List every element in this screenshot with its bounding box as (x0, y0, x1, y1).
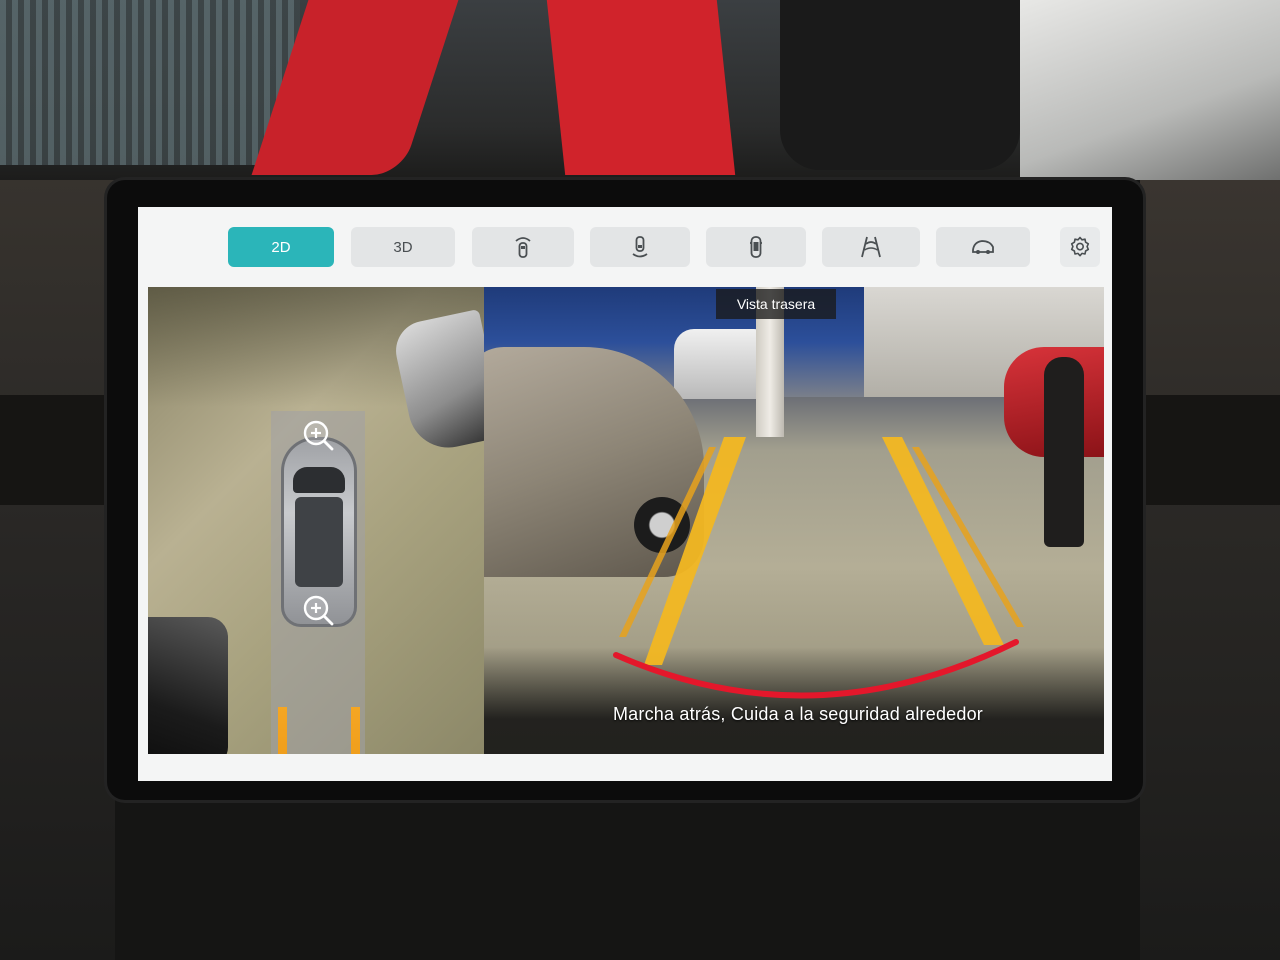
top-view-button[interactable] (706, 227, 806, 267)
trajectory-lines-icon (861, 236, 881, 258)
rear-sensor-view-button[interactable] (590, 227, 690, 267)
mode-2d-button[interactable]: 2D (228, 227, 334, 267)
birdseye-guide-left (278, 707, 287, 754)
dashboard-right (1140, 180, 1280, 960)
view-toolbar: 2D 3D (138, 207, 1112, 285)
birdseye-view[interactable] (148, 287, 484, 754)
dashboard-left (0, 180, 115, 960)
settings-button[interactable] (1060, 227, 1100, 267)
car-front-sensor-icon (515, 237, 531, 258)
ego-vehicle-sunroof (295, 497, 343, 587)
dashboard-trim-left (0, 395, 110, 505)
parking-guide-lines (613, 437, 1024, 699)
view-label: Vista trasera (716, 289, 836, 319)
car-rear-sensor-icon (632, 236, 648, 258)
ego-vehicle-windshield (293, 467, 345, 493)
parked-car-left (148, 617, 228, 754)
surround-view-screen: 2D 3D Vista trasera Marcha atrás, Cuida … (138, 207, 1112, 781)
screen-bottom-strip (138, 754, 1112, 781)
gear-icon (1070, 236, 1090, 257)
background-building (0, 0, 300, 165)
birdseye-guide-right (351, 707, 360, 754)
trajectory-view-button[interactable] (822, 227, 920, 267)
side-view-button[interactable] (936, 227, 1030, 267)
reverse-warning-text: Marcha atrás, Cuida a la seguridad alred… (612, 704, 983, 724)
zoom-in-rear-icon[interactable] (301, 593, 335, 627)
zoom-in-icon[interactable] (301, 418, 335, 452)
car-top-view-icon (750, 236, 762, 258)
background-black-banner (780, 0, 1020, 170)
mode-3d-button[interactable]: 3D (351, 227, 455, 267)
rear-camera-view[interactable] (484, 287, 1104, 754)
background-parked-car (1020, 0, 1280, 180)
parked-car-right (390, 309, 484, 455)
front-sensor-view-button[interactable] (472, 227, 574, 267)
dashboard-trim-right (1146, 395, 1280, 505)
background-red-banner-center (546, 0, 736, 175)
car-side-view-icon (972, 240, 994, 254)
